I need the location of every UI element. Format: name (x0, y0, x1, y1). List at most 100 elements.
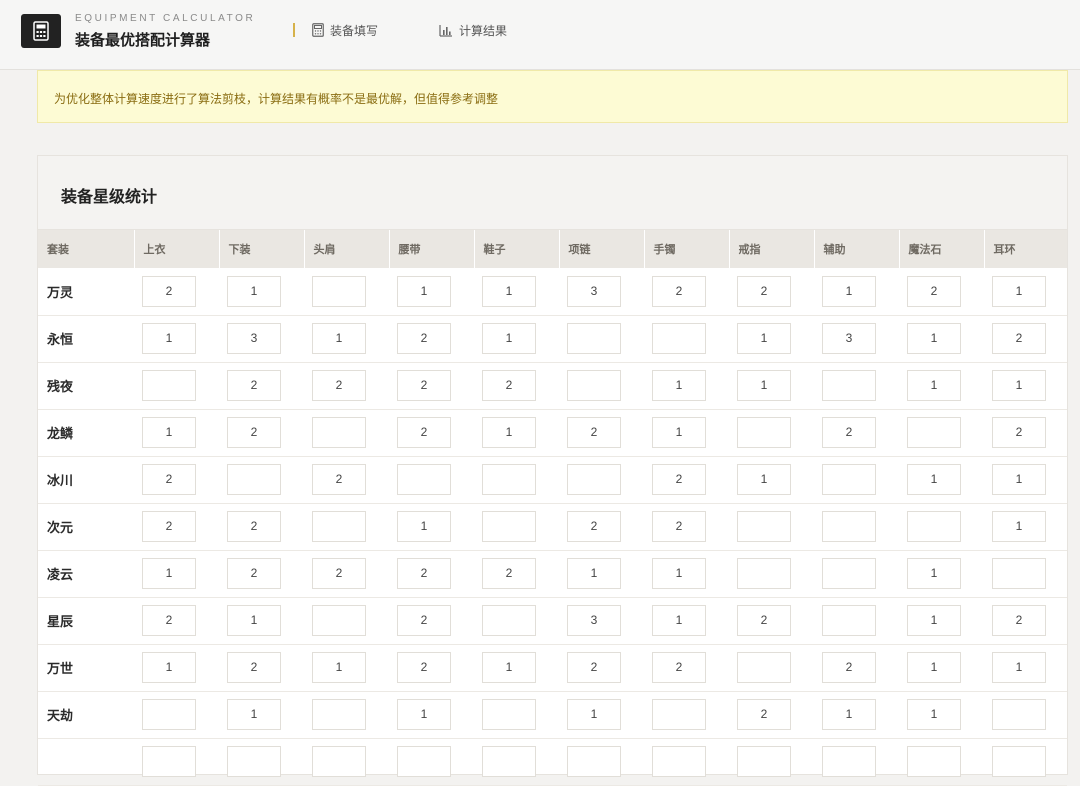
star-count-input[interactable] (737, 652, 791, 683)
star-count-input[interactable]: 2 (482, 370, 536, 401)
star-count-input[interactable]: 1 (397, 275, 451, 307)
star-count-input[interactable] (142, 746, 196, 777)
star-count-input[interactable]: 2 (397, 605, 451, 636)
star-count-input[interactable]: 1 (652, 605, 706, 636)
star-count-input[interactable]: 3 (227, 323, 281, 354)
star-count-input[interactable]: 2 (482, 558, 536, 589)
star-count-input[interactable] (482, 511, 536, 542)
star-count-input[interactable]: 2 (907, 275, 961, 307)
star-count-input[interactable] (822, 746, 876, 777)
star-count-input[interactable] (652, 323, 706, 354)
star-count-input[interactable] (737, 746, 791, 777)
star-count-input[interactable] (312, 417, 366, 448)
star-count-input[interactable]: 1 (142, 558, 196, 589)
star-count-input[interactable]: 2 (227, 370, 281, 401)
star-count-input[interactable] (142, 699, 196, 730)
star-count-input[interactable] (737, 417, 791, 448)
star-count-input[interactable]: 2 (992, 323, 1046, 354)
star-count-input[interactable]: 2 (567, 511, 621, 542)
star-count-input[interactable] (312, 511, 366, 542)
star-count-input[interactable]: 1 (992, 370, 1046, 401)
star-count-input[interactable]: 2 (142, 511, 196, 542)
star-count-input[interactable]: 1 (482, 417, 536, 448)
star-count-input[interactable]: 1 (822, 275, 876, 307)
star-count-input[interactable]: 2 (312, 558, 366, 589)
star-count-input[interactable] (312, 699, 366, 730)
star-count-input[interactable]: 2 (397, 417, 451, 448)
star-count-input[interactable]: 2 (652, 275, 706, 307)
star-count-input[interactable]: 2 (822, 652, 876, 683)
nav-item-results[interactable]: 计算结果 (439, 21, 507, 39)
star-count-input[interactable]: 1 (737, 370, 791, 401)
star-count-input[interactable] (822, 511, 876, 542)
star-count-input[interactable] (822, 464, 876, 495)
star-count-input[interactable]: 1 (227, 605, 281, 636)
star-count-input[interactable]: 1 (227, 275, 281, 307)
nav-item-equipment-input[interactable]: 装备填写 (312, 21, 378, 39)
star-count-input[interactable]: 1 (482, 275, 536, 307)
star-count-input[interactable] (312, 275, 366, 307)
star-count-input[interactable]: 2 (227, 511, 281, 542)
star-count-input[interactable]: 1 (737, 323, 791, 354)
star-count-input[interactable] (567, 746, 621, 777)
star-count-input[interactable]: 1 (397, 699, 451, 730)
star-count-input[interactable] (992, 558, 1046, 589)
star-count-input[interactable]: 2 (142, 605, 196, 636)
star-count-input[interactable]: 2 (567, 417, 621, 448)
star-count-input[interactable]: 2 (992, 417, 1046, 448)
star-count-input[interactable]: 1 (312, 652, 366, 683)
star-count-input[interactable] (482, 699, 536, 730)
star-count-input[interactable] (652, 699, 706, 730)
star-count-input[interactable] (907, 417, 961, 448)
star-count-input[interactable]: 1 (992, 511, 1046, 542)
star-count-input[interactable]: 1 (482, 323, 536, 354)
star-count-input[interactable]: 1 (652, 417, 706, 448)
star-count-input[interactable]: 2 (312, 370, 366, 401)
star-count-input[interactable] (142, 370, 196, 401)
star-count-input[interactable] (397, 464, 451, 495)
star-count-input[interactable]: 2 (227, 417, 281, 448)
star-count-input[interactable]: 1 (142, 417, 196, 448)
star-count-input[interactable]: 2 (737, 275, 791, 307)
star-count-input[interactable]: 1 (822, 699, 876, 730)
star-count-input[interactable] (652, 746, 706, 777)
star-count-input[interactable]: 2 (397, 652, 451, 683)
star-count-input[interactable]: 2 (227, 652, 281, 683)
star-count-input[interactable] (482, 464, 536, 495)
star-count-input[interactable]: 1 (652, 558, 706, 589)
star-count-input[interactable]: 1 (907, 558, 961, 589)
star-count-input[interactable] (482, 746, 536, 777)
star-count-input[interactable]: 2 (312, 464, 366, 495)
star-count-input[interactable] (227, 464, 281, 495)
star-count-input[interactable] (397, 746, 451, 777)
star-count-input[interactable] (907, 511, 961, 542)
star-count-input[interactable]: 1 (312, 323, 366, 354)
star-count-input[interactable]: 2 (142, 464, 196, 495)
star-count-input[interactable]: 2 (397, 323, 451, 354)
star-count-input[interactable] (567, 464, 621, 495)
star-count-input[interactable] (992, 699, 1046, 730)
star-count-input[interactable]: 2 (652, 464, 706, 495)
star-count-input[interactable]: 1 (992, 652, 1046, 683)
star-count-input[interactable]: 2 (227, 558, 281, 589)
star-count-input[interactable]: 2 (822, 417, 876, 448)
star-count-input[interactable] (737, 511, 791, 542)
star-count-input[interactable] (822, 370, 876, 401)
star-count-input[interactable]: 1 (907, 652, 961, 683)
star-count-input[interactable]: 3 (567, 275, 621, 307)
star-count-input[interactable]: 1 (227, 699, 281, 730)
star-count-input[interactable] (227, 746, 281, 777)
star-count-input[interactable]: 2 (737, 605, 791, 636)
star-count-input[interactable]: 2 (992, 605, 1046, 636)
star-count-input[interactable]: 1 (567, 558, 621, 589)
star-count-input[interactable]: 2 (567, 652, 621, 683)
star-count-input[interactable]: 2 (652, 652, 706, 683)
star-count-input[interactable]: 2 (397, 558, 451, 589)
star-count-input[interactable] (312, 605, 366, 636)
star-count-input[interactable] (567, 323, 621, 354)
star-count-input[interactable] (737, 558, 791, 589)
star-count-input[interactable]: 1 (397, 511, 451, 542)
star-count-input[interactable]: 1 (907, 699, 961, 730)
star-count-input[interactable]: 1 (907, 370, 961, 401)
star-count-input[interactable]: 3 (822, 323, 876, 354)
